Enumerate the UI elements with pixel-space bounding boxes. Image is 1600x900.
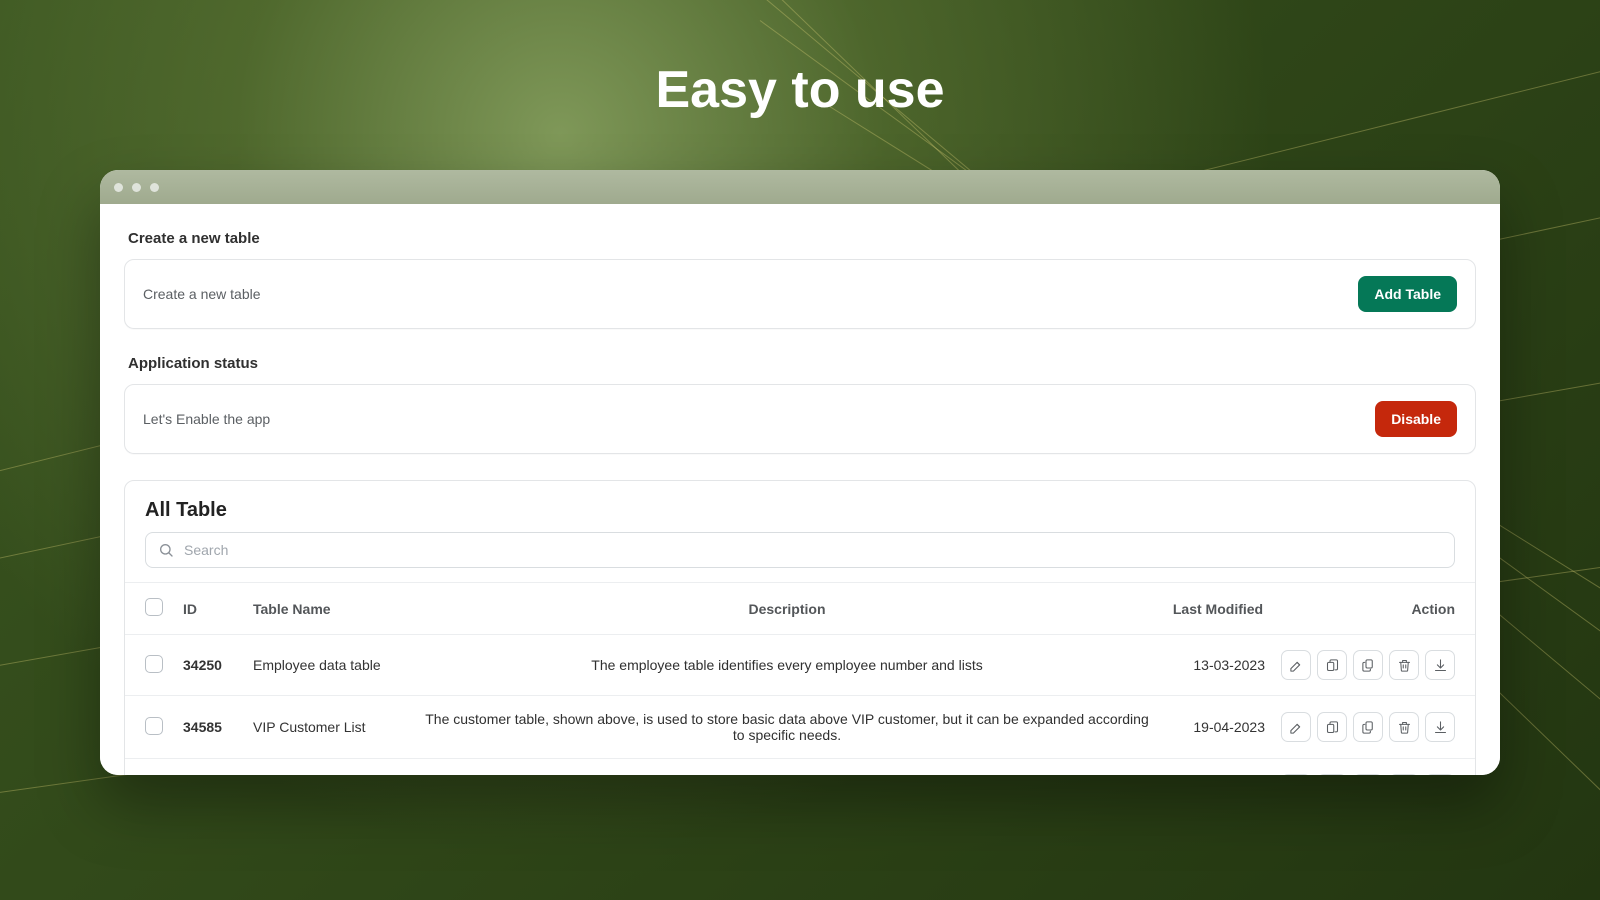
- row-description: The customer table, shown above, is used…: [413, 696, 1161, 759]
- row-checkbox[interactable]: [145, 655, 163, 673]
- create-table-text: Create a new table: [143, 286, 261, 302]
- status-section-label: Application status: [128, 355, 1472, 372]
- download-icon: [1433, 720, 1448, 735]
- table-row: 34586Retail Product ListThis list includ…: [125, 759, 1475, 776]
- search-icon: [158, 542, 174, 558]
- row-description: This list included all basic detail of r…: [413, 759, 1161, 776]
- delete-icon: [1397, 658, 1412, 673]
- window-titlebar: [100, 170, 1500, 204]
- copy-button[interactable]: [1353, 712, 1383, 742]
- download-icon: [1433, 658, 1448, 673]
- edit-button[interactable]: [1281, 774, 1311, 775]
- duplicate-button[interactable]: [1317, 774, 1347, 775]
- copy-button[interactable]: [1353, 650, 1383, 680]
- edit-button[interactable]: [1281, 712, 1311, 742]
- col-header-modified: Last Modified: [1161, 583, 1271, 635]
- search-input-wrapper[interactable]: [145, 532, 1455, 568]
- row-name: Employee data table: [243, 635, 413, 696]
- table-row: 34585VIP Customer ListThe customer table…: [125, 696, 1475, 759]
- row-modified: 13-03-2023: [1161, 635, 1271, 696]
- row-modified: 19-04-2023: [1161, 759, 1271, 776]
- col-header-id: ID: [173, 583, 243, 635]
- edit-icon: [1289, 658, 1304, 673]
- copy-icon: [1361, 658, 1376, 673]
- row-id: 34585: [173, 696, 243, 759]
- row-name: VIP Customer List: [243, 696, 413, 759]
- select-all-checkbox[interactable]: [145, 598, 163, 616]
- window-control-dot: [132, 183, 141, 192]
- row-modified: 19-04-2023: [1161, 696, 1271, 759]
- copy-button[interactable]: [1353, 774, 1383, 775]
- copy-icon: [1361, 720, 1376, 735]
- app-status-text: Let's Enable the app: [143, 411, 270, 427]
- col-header-description: Description: [413, 583, 1161, 635]
- delete-button[interactable]: [1389, 774, 1419, 775]
- row-id: 34586: [173, 759, 243, 776]
- delete-button[interactable]: [1389, 650, 1419, 680]
- hero-title: Easy to use: [0, 60, 1600, 120]
- create-section-label: Create a new table: [128, 230, 1472, 247]
- tables-list-title: All Table: [125, 495, 1475, 532]
- duplicate-icon: [1325, 720, 1340, 735]
- duplicate-button[interactable]: [1317, 712, 1347, 742]
- download-button[interactable]: [1425, 712, 1455, 742]
- row-checkbox[interactable]: [145, 717, 163, 735]
- delete-icon: [1397, 720, 1412, 735]
- tables-table: ID Table Name Description Last Modified …: [125, 582, 1475, 775]
- download-button[interactable]: [1425, 650, 1455, 680]
- tables-list-card: All Table ID Table Name Description Last…: [124, 480, 1476, 775]
- edit-icon: [1289, 720, 1304, 735]
- disable-button[interactable]: Disable: [1375, 401, 1457, 437]
- row-name: Retail Product List: [243, 759, 413, 776]
- table-row: 34250Employee data tableThe employee tab…: [125, 635, 1475, 696]
- window-control-dot: [114, 183, 123, 192]
- create-table-card: Create a new table Add Table: [124, 259, 1476, 329]
- search-input[interactable]: [184, 542, 1442, 558]
- delete-button[interactable]: [1389, 712, 1419, 742]
- window-control-dot: [150, 183, 159, 192]
- edit-button[interactable]: [1281, 650, 1311, 680]
- app-window: Create a new table Create a new table Ad…: [100, 170, 1500, 775]
- duplicate-icon: [1325, 658, 1340, 673]
- download-button[interactable]: [1425, 774, 1455, 775]
- app-status-card: Let's Enable the app Disable: [124, 384, 1476, 454]
- add-table-button[interactable]: Add Table: [1358, 276, 1457, 312]
- row-description: The employee table identifies every empl…: [413, 635, 1161, 696]
- row-id: 34250: [173, 635, 243, 696]
- duplicate-button[interactable]: [1317, 650, 1347, 680]
- col-header-action: Action: [1271, 583, 1475, 635]
- col-header-name: Table Name: [243, 583, 413, 635]
